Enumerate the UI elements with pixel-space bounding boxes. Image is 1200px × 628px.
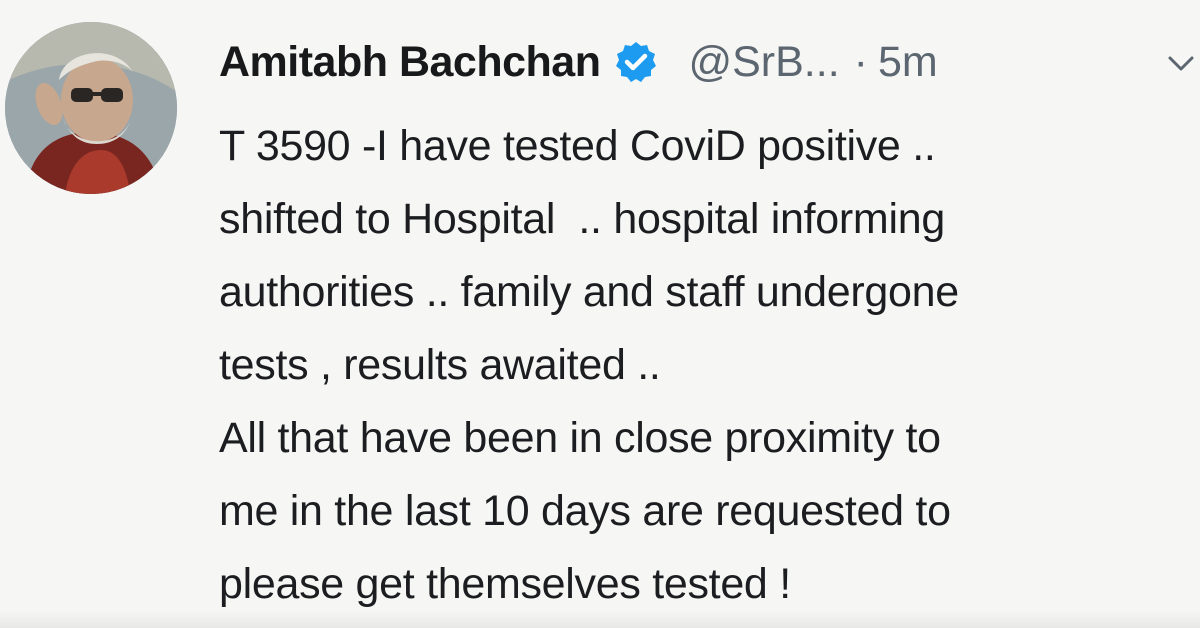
author-avatar[interactable] — [5, 22, 177, 194]
tweet-text-line: tests , results awaited .. — [219, 341, 661, 389]
verified-badge-icon — [614, 40, 658, 84]
author-display-name[interactable]: Amitabh Bachchan — [219, 38, 601, 87]
tweet-text-line: T 3590 -I have tested CoviD positive .. — [219, 122, 936, 170]
tweet-text-line: me in the last 10 days are requested to — [219, 487, 951, 535]
tweet-text-line: authorities .. family and staff undergon… — [219, 268, 959, 316]
chevron-down-icon[interactable] — [1166, 52, 1196, 76]
tweet-header: Amitabh Bachchan @SrB... · 5m — [219, 30, 938, 94]
author-handle[interactable]: @SrB... — [688, 38, 839, 87]
tweet-text-line: shifted to Hospital .. hospital informin… — [219, 195, 945, 243]
tweet-text-line: All that have been in close proximity to — [219, 414, 941, 462]
tweet-body: T 3590 -I have tested CoviD positive .. … — [219, 110, 1200, 621]
separator-dot: · — [853, 37, 868, 86]
avatar-photo — [5, 22, 177, 194]
tweet-timestamp[interactable]: 5m — [878, 38, 938, 87]
bottom-shadow — [0, 610, 1200, 628]
tweet-card: Amitabh Bachchan @SrB... · 5m T 3590 -I … — [0, 0, 1200, 628]
